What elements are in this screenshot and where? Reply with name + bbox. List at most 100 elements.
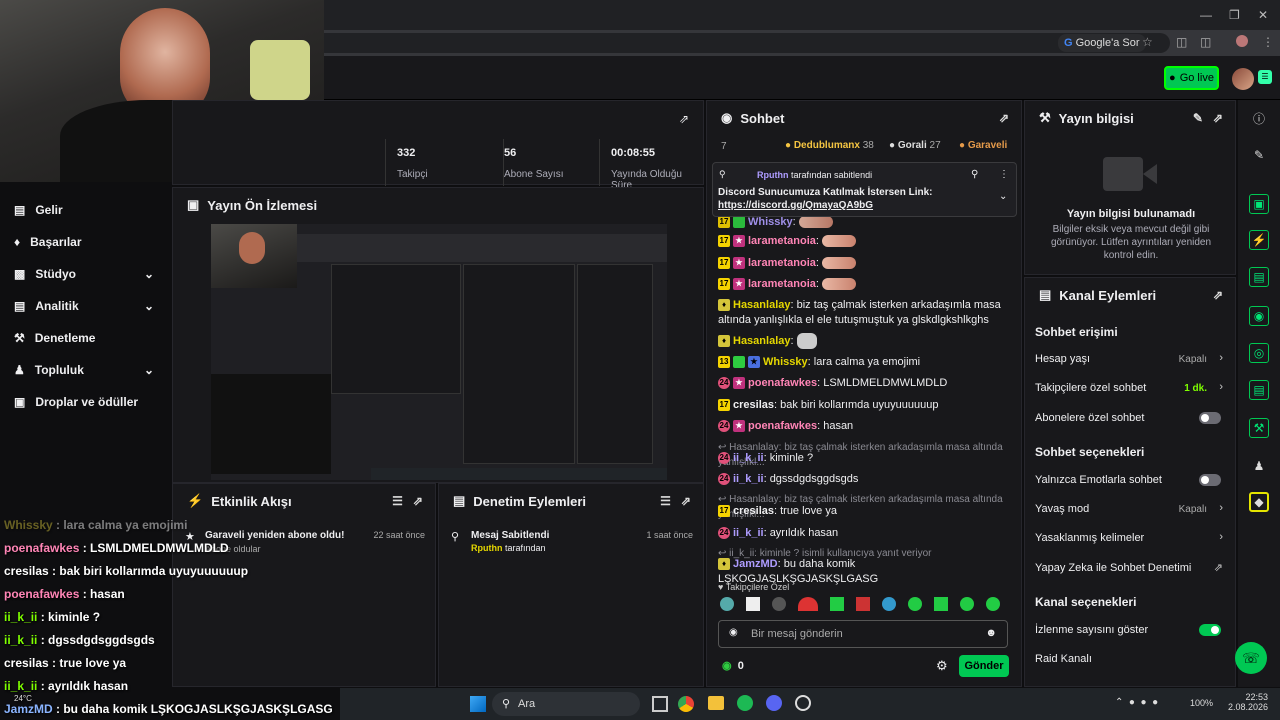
spotify-app-icon[interactable] [737,695,753,711]
popout-icon[interactable]: ⇗ [679,112,689,126]
task-view-icon[interactable] [652,696,668,712]
chat-message[interactable]: 13 ★ Whissky: lara calma ya emojimi [718,355,1014,370]
setting-label[interactable]: Hesap yaşı [1035,353,1090,365]
user-avatar[interactable] [1232,68,1254,90]
info-icon[interactable]: ⓘ [1249,108,1269,128]
sidebar-item-analitik[interactable]: ▤ Analitik ⌄ [14,296,164,316]
subs-only-toggle[interactable] [1199,412,1221,424]
lightning-icon[interactable]: ⚡ [1249,230,1269,250]
clock[interactable]: 22:53 2.08.2026 [1228,692,1268,712]
gem-icon[interactable]: ◆ [1249,492,1269,512]
emote-icon[interactable] [772,597,786,611]
sidebar-item-gelir[interactable]: ▤ Gelir [14,200,164,220]
emote-icon[interactable] [798,597,818,611]
popout-icon[interactable]: ⇗ [1213,288,1223,302]
chat-message[interactable]: 17 ★ larametanoia: [718,256,1014,271]
chat-message[interactable]: 17 ★ larametanoia: [718,277,1014,292]
bookmark-star-icon[interactable]: ☆ [1142,35,1153,49]
emote-icon[interactable] [830,597,844,611]
emote-icon[interactable] [934,597,948,611]
explorer-app-icon[interactable] [708,696,724,710]
tray-icons[interactable]: ⌃ ● ● ● [1115,697,1158,708]
filter-icon[interactable]: ☰ ⇗ [660,494,691,508]
send-button[interactable]: Gönder [959,655,1009,677]
emote-icon[interactable] [908,597,922,611]
emote-icon[interactable] [720,597,734,611]
chat-message[interactable]: ♦ Hasanlalay: biz taş çalmak isterken ark… [718,298,1014,328]
emote-icon[interactable] [986,597,1000,611]
unpin-icon[interactable]: ⚲ [971,169,978,180]
chat-message[interactable]: 24 ★ poenafawkes: hasan [718,419,1014,434]
edit-icon[interactable]: ✎ ⇗ [1193,111,1223,125]
emote-icon[interactable] [856,597,870,611]
show-viewers-toggle[interactable] [1199,624,1221,636]
profile-avatar[interactable] [1236,35,1248,47]
sidebar-item-droplar[interactable]: ▣ Droplar ve ödüller [14,392,164,412]
external-link-icon[interactable]: ⇗ [1214,561,1223,574]
setting-label[interactable]: Takipçilere özel sohbet [1035,382,1146,394]
chat-message[interactable]: 17 cresilas: true love ya [718,504,1014,519]
chat-message[interactable]: 24 ii_k_ii: ayrıldık hasan [718,526,1014,541]
support-button[interactable]: ☏ [1235,642,1267,674]
emote-only-toggle[interactable] [1199,474,1221,486]
chevron-right-icon[interactable]: › [1219,381,1223,393]
chat-icon[interactable]: ◉ [1249,306,1269,326]
chevron-right-icon[interactable]: › [1219,502,1223,514]
wrench-icon[interactable]: ⚒ [1249,418,1269,438]
popout-icon[interactable]: ⇗ [999,111,1009,125]
taskbar-search[interactable]: ⚲ Ara [492,692,640,716]
leaderboard-item[interactable]: ● Dedublumanx 38 [785,140,874,151]
maximize-icon[interactable]: ❐ [1229,8,1240,22]
channel-points[interactable]: ◉ 0 [722,659,744,672]
setting-label[interactable]: Raid Kanalı [1035,653,1092,665]
emoji-icon[interactable]: ☻ [985,627,997,639]
chevron-down-icon[interactable]: ⌄ [999,191,1007,202]
stream-preview-video[interactable] [211,224,667,480]
menu-dots-icon[interactable]: ⋮ [1262,35,1274,49]
pinned-message-card[interactable]: ⚲ Rputhn tarafından sabitlendi ⚲ ⋮ Disco… [712,162,1017,217]
pencil-icon[interactable]: ✎ [1249,145,1269,165]
clip-icon[interactable]: ▣ [1249,194,1269,214]
chevron-right-icon[interactable]: › [1219,531,1223,543]
notification-icon[interactable]: ☰ [1258,70,1272,84]
setting-label[interactable]: Yavaş mod [1035,503,1089,515]
discord-app-icon[interactable] [766,695,782,711]
setting-label[interactable]: Yasaklanmış kelimeler [1035,532,1144,544]
obs-app-icon[interactable] [795,695,811,711]
leaderboard-item[interactable]: ● Garaveli [959,140,1007,151]
leaderboard-item[interactable]: ● Gorali 27 [889,140,941,151]
more-icon[interactable]: ⋮ [999,169,1009,180]
setting-label[interactable]: Yapay Zeka ile Sohbet Denetimi [1035,562,1191,574]
emote-icon[interactable] [746,597,760,611]
chat-message[interactable]: 24 ii_k_ii: dgssdgdsggdsgds [718,472,1014,487]
sidebar-item-denetleme[interactable]: ⚒ Denetleme [14,328,164,348]
windows-start-icon[interactable] [470,696,486,712]
go-live-button[interactable]: ● Go live [1164,66,1219,90]
pinned-link[interactable]: https://discord.gg/QmayaQA9bG [718,200,873,211]
chat-input[interactable]: ◉ Bir mesaj gönderin ☻ [718,620,1008,648]
chat-message[interactable]: 17 ★ larametanoia: [718,234,1014,249]
chat-message[interactable]: 17 cresilas: bak biri kollarımda uyuyuuuu… [718,398,1014,413]
close-icon[interactable]: ✕ [1258,8,1268,22]
sidebar-item-topluluk[interactable]: ♟ Topluluk ⌄ [14,360,164,380]
minimize-icon[interactable]: — [1200,8,1212,22]
chat-message[interactable]: 24 ii_k_ii: kiminle ? [718,451,1014,466]
extensions-icon[interactable]: ◫ [1200,35,1211,49]
notes-icon[interactable]: ▤ [1249,267,1269,287]
chat-badge-icon[interactable]: ◉ [729,627,738,638]
emote-icon[interactable] [960,597,974,611]
chat-message[interactable]: ♦ Hasanlalay: [718,333,1014,349]
google-sor-button[interactable]: G Google'a Sor [1058,34,1146,52]
chrome-app-icon[interactable] [678,696,694,712]
translate-icon[interactable]: ◫ [1176,35,1187,49]
chat-message[interactable]: 17 Whissky: [718,215,1014,230]
sidebar-item-studyo[interactable]: ▩ Stüdyo ⌄ [14,264,164,284]
broadcast-icon[interactable]: ◎ [1249,343,1269,363]
chevron-right-icon[interactable]: › [1219,352,1223,364]
chat-message[interactable]: 24 ★ poenafawkes: LSMLDMELDMWLMDLD [718,376,1014,391]
emote-icon[interactable] [882,597,896,611]
layout-icon[interactable]: ▤ [1249,380,1269,400]
chat-settings-icon[interactable]: ⚙ [936,658,948,674]
filter-icon[interactable]: ☰ ⇗ [392,494,423,508]
users-icon[interactable]: ♟ [1249,456,1269,476]
